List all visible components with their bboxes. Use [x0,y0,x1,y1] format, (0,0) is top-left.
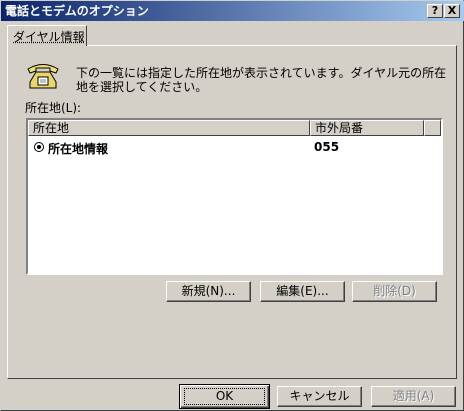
column-header-filler [424,120,441,136]
edit-button[interactable]: 編集(E)... [260,281,345,302]
ok-button-label: OK [215,389,234,403]
ok-button[interactable]: OK [179,384,270,409]
row-location-cell: 所在地情報 [48,142,109,156]
row-area-code-cell: 055 [314,140,340,154]
title-bar[interactable]: 電話とモデムのオプション ? X [1,1,464,21]
column-header-location-label: 所在地 [33,121,70,135]
window-title: 電話とモデムのオプション [5,4,149,18]
new-button[interactable]: 新規(N)... [166,281,251,302]
dialog-window: 電話とモデムのオプション ? X ダイヤル情報 下の一覧には指定した所在地が表示… [0,0,464,411]
column-header-area-code[interactable]: 市外局番 [310,120,424,136]
cancel-button[interactable]: キャンセル [277,386,362,407]
column-header-location[interactable]: 所在地 [28,120,310,136]
delete-button[interactable]: 削除(D) [352,281,437,302]
selected-radio-icon [34,142,44,152]
close-button[interactable]: X [444,4,460,18]
help-button[interactable]: ? [427,4,443,18]
table-row[interactable]: 所在地情報 055 [32,140,432,156]
column-header-area-code-label: 市外局番 [315,121,364,135]
locations-list[interactable]: 所在地 市外局番 所在地情報 055 [26,118,443,275]
tab-dial-info[interactable]: ダイヤル情報 [7,25,87,46]
telephone-icon [27,64,59,89]
tab-dial-info-label: ダイヤル情報 [13,30,85,44]
locations-label: 所在地(L): [25,101,82,115]
tab-panel: 下の一覧には指定した所在地が表示されています。ダイヤル元の所在地を選択してくださ… [7,45,457,379]
apply-button[interactable]: 適用(A) [371,386,456,407]
description-text: 下の一覧には指定した所在地が表示されています。ダイヤル元の所在地を選択してくださ… [76,66,447,94]
